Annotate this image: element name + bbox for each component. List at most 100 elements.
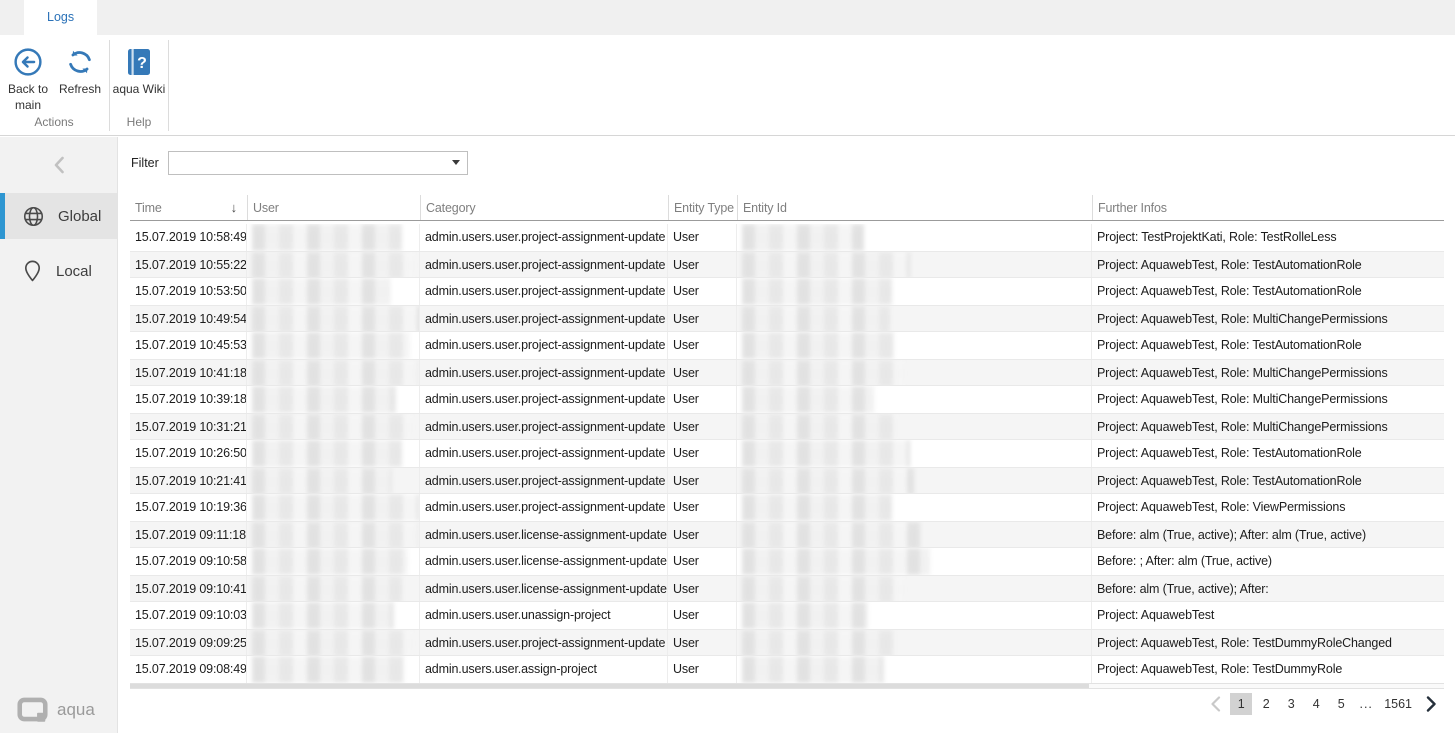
cell-user-redacted xyxy=(247,576,420,601)
cell-time: 15.07.2019 10:49:54 xyxy=(130,306,247,331)
cell-entity-type: User xyxy=(668,548,737,575)
page-button-1[interactable]: 1 xyxy=(1230,693,1252,715)
column-header-time[interactable]: Time ↓ xyxy=(130,195,247,220)
aqua-wiki-label: aqua Wiki xyxy=(111,82,167,98)
table-row[interactable]: 15.07.2019 10:19:36 admin.users.user.pro… xyxy=(130,494,1444,521)
filter-combobox[interactable] xyxy=(168,151,468,175)
cell-entity-id-redacted xyxy=(737,278,1092,305)
back-to-main-label: Back to main xyxy=(0,82,56,113)
cell-further-infos: Before: alm (True, active); After: xyxy=(1092,576,1444,601)
cell-further-infos: Project: AquawebTest, Role: TestDummyRol… xyxy=(1092,630,1444,655)
pin-icon xyxy=(23,260,42,282)
logs-table: Time ↓ User Category Entity Type Entity … xyxy=(130,195,1444,683)
redaction-blur xyxy=(252,494,420,521)
table-row[interactable]: 15.07.2019 09:11:18 admin.users.user.lic… xyxy=(130,521,1444,548)
tab-logs[interactable]: Logs xyxy=(24,0,97,35)
chevron-down-icon[interactable] xyxy=(452,160,460,165)
cell-further-infos: Project: AquawebTest, Role: MultiChangeP… xyxy=(1092,360,1444,385)
aqua-wiki-button[interactable]: ? aqua Wiki xyxy=(113,37,165,113)
sort-desc-icon[interactable]: ↓ xyxy=(231,195,237,220)
redaction-blur xyxy=(252,224,402,251)
cell-time: 15.07.2019 10:26:50 xyxy=(130,440,247,467)
cell-time: 15.07.2019 09:11:18 xyxy=(130,522,247,547)
column-header-entity-id[interactable]: Entity Id xyxy=(737,195,1092,220)
table-row[interactable]: 15.07.2019 10:58:49 admin.users.user.pro… xyxy=(130,224,1444,251)
next-page-button[interactable] xyxy=(1419,692,1443,716)
cell-entity-type: User xyxy=(668,440,737,467)
page-button-4[interactable]: 4 xyxy=(1305,693,1327,715)
column-header-user[interactable]: User xyxy=(247,195,420,220)
cell-entity-type: User xyxy=(668,306,737,331)
table-row[interactable]: 15.07.2019 10:21:41 admin.users.user.pro… xyxy=(130,467,1444,494)
chevron-right-icon xyxy=(1426,696,1437,712)
cell-time: 15.07.2019 10:53:50 xyxy=(130,278,247,305)
table-row[interactable]: 15.07.2019 10:45:53 admin.users.user.pro… xyxy=(130,332,1444,359)
redaction-blur xyxy=(742,386,874,413)
page-button-5[interactable]: 5 xyxy=(1330,693,1352,715)
cell-user-redacted xyxy=(247,630,420,655)
cell-category: admin.users.user.license-assignment-upda… xyxy=(420,576,668,601)
cell-user-redacted xyxy=(247,414,420,439)
page-button-1561[interactable]: 1561 xyxy=(1380,693,1416,715)
aqua-logo-icon xyxy=(17,697,48,722)
table-row[interactable]: 15.07.2019 09:10:03 admin.users.user.una… xyxy=(130,602,1444,629)
redaction-blur xyxy=(252,306,420,331)
table-row[interactable]: 15.07.2019 10:39:18 admin.users.user.pro… xyxy=(130,386,1444,413)
horizontal-scrollbar[interactable] xyxy=(130,683,1444,689)
refresh-button[interactable]: Refresh xyxy=(54,37,106,113)
cell-further-infos: Project: AquawebTest, Role: MultiChangeP… xyxy=(1092,414,1444,439)
sidebar-item-local[interactable]: Local xyxy=(0,248,117,294)
cell-user-redacted xyxy=(247,360,420,385)
cell-category: admin.users.user.project-assignment-upda… xyxy=(420,252,668,277)
cell-further-infos: Before: ; After: alm (True, active) xyxy=(1092,548,1444,575)
page-button-2[interactable]: 2 xyxy=(1255,693,1277,715)
cell-further-infos: Project: AquawebTest, Role: TestAutomati… xyxy=(1092,252,1444,277)
table-row[interactable]: 15.07.2019 10:49:54 admin.users.user.pro… xyxy=(130,305,1444,332)
cell-category: admin.users.user.project-assignment-upda… xyxy=(420,630,668,655)
cell-user-redacted xyxy=(247,548,420,575)
table-row[interactable]: 15.07.2019 09:10:41 admin.users.user.lic… xyxy=(130,575,1444,602)
table-row[interactable]: 15.07.2019 10:41:18 admin.users.user.pro… xyxy=(130,359,1444,386)
filter-input[interactable] xyxy=(169,152,467,174)
cell-entity-type: User xyxy=(668,656,737,683)
redaction-blur xyxy=(742,494,892,521)
table-row[interactable]: 15.07.2019 10:26:50 admin.users.user.pro… xyxy=(130,440,1444,467)
table-row[interactable]: 15.07.2019 10:31:21 admin.users.user.pro… xyxy=(130,413,1444,440)
previous-page-button[interactable] xyxy=(1203,692,1227,716)
sidebar-collapse-button[interactable] xyxy=(0,137,117,193)
table-row[interactable]: 15.07.2019 09:10:58 admin.users.user.lic… xyxy=(130,548,1444,575)
column-header-further-infos[interactable]: Further Infos xyxy=(1092,195,1444,220)
cell-further-infos: Project: AquawebTest, Role: TestAutomati… xyxy=(1092,440,1444,467)
tab-strip: Logs xyxy=(0,0,1455,35)
page-button-3[interactable]: 3 xyxy=(1280,693,1302,715)
cell-entity-id-redacted xyxy=(737,252,1092,277)
content-area: Filter Time ↓ User Category Entity Type … xyxy=(118,137,1455,733)
cell-category: admin.users.user.project-assignment-upda… xyxy=(420,224,668,251)
redaction-blur xyxy=(742,414,897,439)
sidebar: Global Local aqua xyxy=(0,137,118,733)
cell-entity-id-redacted xyxy=(737,440,1092,467)
cell-entity-type: User xyxy=(668,522,737,547)
app-window: Logs Back to main xyxy=(0,0,1455,733)
column-header-category[interactable]: Category xyxy=(420,195,668,220)
cell-time: 15.07.2019 10:39:18 xyxy=(130,386,247,413)
back-to-main-button[interactable]: Back to main xyxy=(2,37,54,113)
cell-time: 15.07.2019 10:58:49 xyxy=(130,224,247,251)
cell-further-infos: Project: AquawebTest, Role: TestAutomati… xyxy=(1092,278,1444,305)
cell-entity-type: User xyxy=(668,494,737,521)
cell-category: admin.users.user.project-assignment-upda… xyxy=(420,468,668,493)
redaction-blur xyxy=(252,548,408,575)
column-header-entity-type[interactable]: Entity Type xyxy=(668,195,737,220)
table-row[interactable]: 15.07.2019 09:08:49 admin.users.user.ass… xyxy=(130,656,1444,683)
table-row[interactable]: 15.07.2019 10:53:50 admin.users.user.pro… xyxy=(130,278,1444,305)
table-row[interactable]: 15.07.2019 09:09:25 admin.users.user.pro… xyxy=(130,629,1444,656)
cell-user-redacted xyxy=(247,602,420,629)
cell-category: admin.users.user.project-assignment-upda… xyxy=(420,440,668,467)
sidebar-item-global[interactable]: Global xyxy=(0,193,117,239)
table-row[interactable]: 15.07.2019 10:55:22 admin.users.user.pro… xyxy=(130,251,1444,278)
cell-further-infos: Project: AquawebTest, Role: TestDummyRol… xyxy=(1092,656,1444,683)
cell-category: admin.users.user.project-assignment-upda… xyxy=(420,360,668,385)
scrollbar-thumb[interactable] xyxy=(130,684,1089,688)
ribbon-group-help: ? aqua Wiki Help xyxy=(111,35,167,135)
cell-further-infos: Project: AquawebTest, Role: MultiChangeP… xyxy=(1092,306,1444,331)
